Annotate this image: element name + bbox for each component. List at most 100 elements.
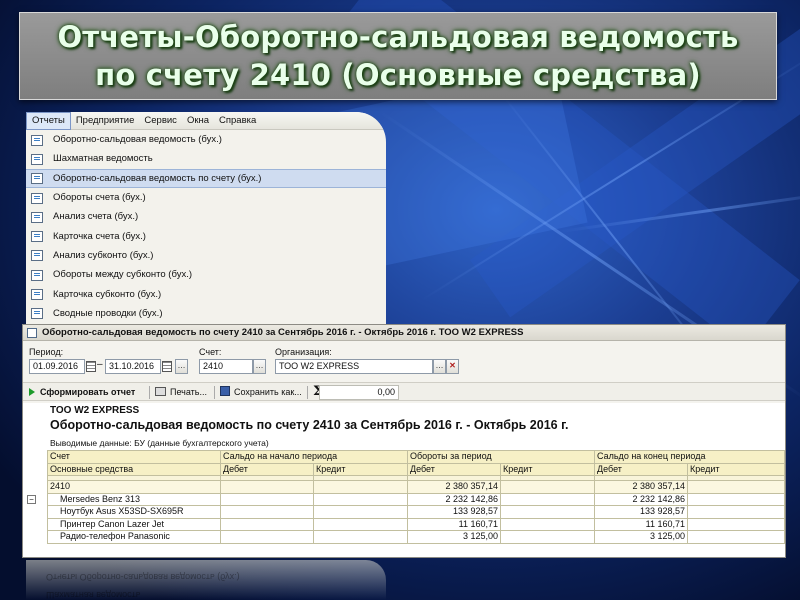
report-org-name: ТОО W2 EXPRESS	[50, 405, 140, 416]
column-header-credit: Кредит	[499, 462, 596, 476]
row-asset-name: Ноутбук Asus X53SD-SX695R	[47, 505, 221, 519]
menu-windows[interactable]: Окна	[182, 112, 214, 130]
period-to-field[interactable]: 31.10.2016	[105, 359, 161, 374]
save-as-button[interactable]: Сохранить как...	[220, 385, 302, 400]
collapse-toggle[interactable]: −	[27, 495, 36, 504]
printer-icon	[155, 387, 166, 396]
slide-title-banner: Отчеты-Оборотно-сальдовая ведомость по с…	[19, 12, 777, 100]
menu-item-account-analysis[interactable]: Анализ счета (бух.)	[26, 207, 386, 226]
report-toolbar: Сформировать отчет Печать... Сохранить к…	[23, 382, 785, 401]
menu-item-label: Обороты счета (бух.)	[53, 192, 146, 204]
floppy-disk-icon	[220, 386, 230, 396]
main-menubar: Отчеты Предприятие Сервис Окна Справка	[26, 112, 386, 130]
menu-item-subconto-card[interactable]: Карточка субконто (бух.)	[26, 284, 386, 303]
analysis-icon	[30, 211, 44, 223]
slide-title-line2: по счету 2410 (Основные средства)	[95, 58, 701, 92]
toolbar-separator	[214, 386, 215, 399]
row-asset-name: Принтер Canon Lazer Jet	[47, 517, 221, 531]
menu-item-osv-account[interactable]: Оборотно-сальдовая ведомость по счету (б…	[26, 168, 386, 188]
table-row[interactable]: Ноутбук Asus X53SD-SX695R 133 928,57 133…	[47, 505, 785, 519]
menu-item-label: Оборотно-сальдовая ведомость по счету (б…	[53, 172, 262, 184]
table-header-row: Счет Сальдо на начало периода Обороты за…	[47, 450, 785, 464]
table-row[interactable]: Радио-телефон Panasonic 3 125,00 3 125,0…	[47, 530, 785, 544]
menu-item-osv[interactable]: Оборотно-сальдовая ведомость (бух.)	[26, 130, 386, 149]
column-header-debit: Дебет	[220, 462, 314, 476]
table-row[interactable]: 2410 2 380 357,14 2 380 357,14	[47, 480, 785, 494]
menu-item-account-turnover[interactable]: Обороты счета (бух.)	[26, 188, 386, 207]
report-window: Оборотно-сальдовая ведомость по счету 24…	[22, 324, 786, 558]
menu-window: Отчеты Предприятие Сервис Окна Справка О…	[26, 112, 386, 330]
menu-item-label: Обороты между субконто (бух.)	[53, 269, 192, 281]
period-select-button[interactable]: …	[175, 359, 188, 374]
row-closing-debit: 2 380 357,14	[594, 480, 689, 494]
column-header-turnover: Обороты за период	[406, 450, 596, 464]
column-header-opening: Сальдо на начало периода	[220, 450, 408, 464]
card-icon	[30, 230, 44, 243]
calendar-icon[interactable]	[161, 359, 172, 374]
generate-report-label: Сформировать отчет	[40, 387, 136, 397]
row-turnover-debit: 133 928,57	[407, 505, 501, 519]
reflection-text: Шахматная ведомость Отчеты Оборотно-саль…	[26, 568, 386, 600]
table-row[interactable]: Принтер Canon Lazer Jet 11 160,71 11 160…	[47, 517, 785, 531]
report-icon	[30, 134, 44, 146]
clear-icon[interactable]: ✕	[446, 359, 459, 374]
menu-item-chess[interactable]: Шахматная ведомость	[26, 149, 386, 168]
row-closing-debit: 3 125,00	[594, 530, 689, 544]
menu-service[interactable]: Сервис	[139, 112, 182, 130]
report-window-title: Оборотно-сальдовая ведомость по счету 24…	[42, 327, 524, 338]
column-header-credit: Кредит	[313, 462, 408, 476]
print-button[interactable]: Печать...	[155, 385, 207, 400]
menu-item-label: Анализ счета (бух.)	[53, 211, 139, 223]
organization-select-button[interactable]: …	[433, 359, 446, 374]
column-header-fixed-assets: Основные средства	[47, 462, 221, 476]
column-header-closing: Сальдо на конец периода	[594, 450, 785, 464]
column-header-credit: Кредит	[687, 462, 785, 476]
period-dash: –	[97, 359, 103, 370]
row-closing-debit: 133 928,57	[594, 505, 689, 519]
window-icon	[27, 327, 37, 338]
row-account: 2410	[47, 480, 221, 494]
menu-item-label: Анализ субконто (бух.)	[53, 249, 154, 261]
calendar-icon[interactable]	[85, 359, 96, 374]
print-label: Печать...	[170, 387, 207, 397]
save-as-label: Сохранить как...	[234, 387, 302, 397]
menu-item-subconto-turnover[interactable]: Обороты между субконто (бух.)	[26, 265, 386, 284]
report-icon	[30, 307, 44, 320]
column-header-debit: Дебет	[594, 462, 689, 476]
reports-dropdown: Оборотно-сальдовая ведомость (бух.) Шахм…	[26, 130, 386, 323]
reflection-line: Шахматная ведомость	[46, 590, 141, 600]
menu-item-label: Карточка субконто (бух.)	[53, 288, 162, 300]
column-header-account: Счет	[47, 450, 221, 464]
period-label: Период:	[29, 347, 64, 357]
column-header-debit: Дебет	[407, 462, 501, 476]
account-select-button[interactable]: …	[253, 359, 266, 374]
card-icon	[30, 288, 44, 301]
report-window-titlebar[interactable]: Оборотно-сальдовая ведомость по счету 24…	[23, 325, 785, 341]
menu-item-summary-entries[interactable]: Сводные проводки (бух.)	[26, 304, 386, 323]
grid-report-icon	[30, 153, 44, 165]
report-icon	[30, 269, 44, 281]
menu-help[interactable]: Справка	[214, 112, 261, 130]
report-icon	[30, 172, 44, 185]
account-field[interactable]: 2410	[199, 359, 253, 374]
period-from-field[interactable]: 01.09.2016	[29, 359, 85, 374]
menu-item-label: Оборотно-сальдовая ведомость (бух.)	[53, 134, 222, 146]
menu-item-account-card[interactable]: Карточка счета (бух.)	[26, 226, 386, 245]
menu-enterprise[interactable]: Предприятие	[71, 112, 140, 130]
generate-report-button[interactable]: Сформировать отчет	[29, 385, 135, 400]
report-sheet: − ТОО W2 EXPRESS Оборотно-сальдовая ведо…	[23, 403, 785, 557]
table-subheader-row: Основные средства Дебет Кредит Дебет Кре…	[47, 462, 785, 476]
menu-item-label: Шахматная ведомость	[53, 153, 153, 165]
menu-item-subconto-analysis[interactable]: Анализ субконто (бух.)	[26, 246, 386, 265]
report-parameters: Период: 01.09.2016 – 31.10.2016 … Счет: …	[23, 345, 785, 381]
row-asset-name: Mersedes Benz 313	[47, 492, 221, 506]
row-turnover-debit: 3 125,00	[407, 530, 501, 544]
toolbar-separator	[149, 386, 150, 399]
row-turnover-debit: 11 160,71	[407, 517, 501, 531]
table-row[interactable]: Mersedes Benz 313 2 232 142,86 2 232 142…	[47, 492, 785, 506]
menu-item-label: Сводные проводки (бух.)	[53, 307, 163, 319]
row-closing-debit: 11 160,71	[594, 517, 689, 531]
organization-field[interactable]: ТОО W2 EXPRESS	[275, 359, 433, 374]
row-closing-debit: 2 232 142,86	[594, 492, 689, 506]
menu-reports[interactable]: Отчеты	[26, 112, 71, 130]
